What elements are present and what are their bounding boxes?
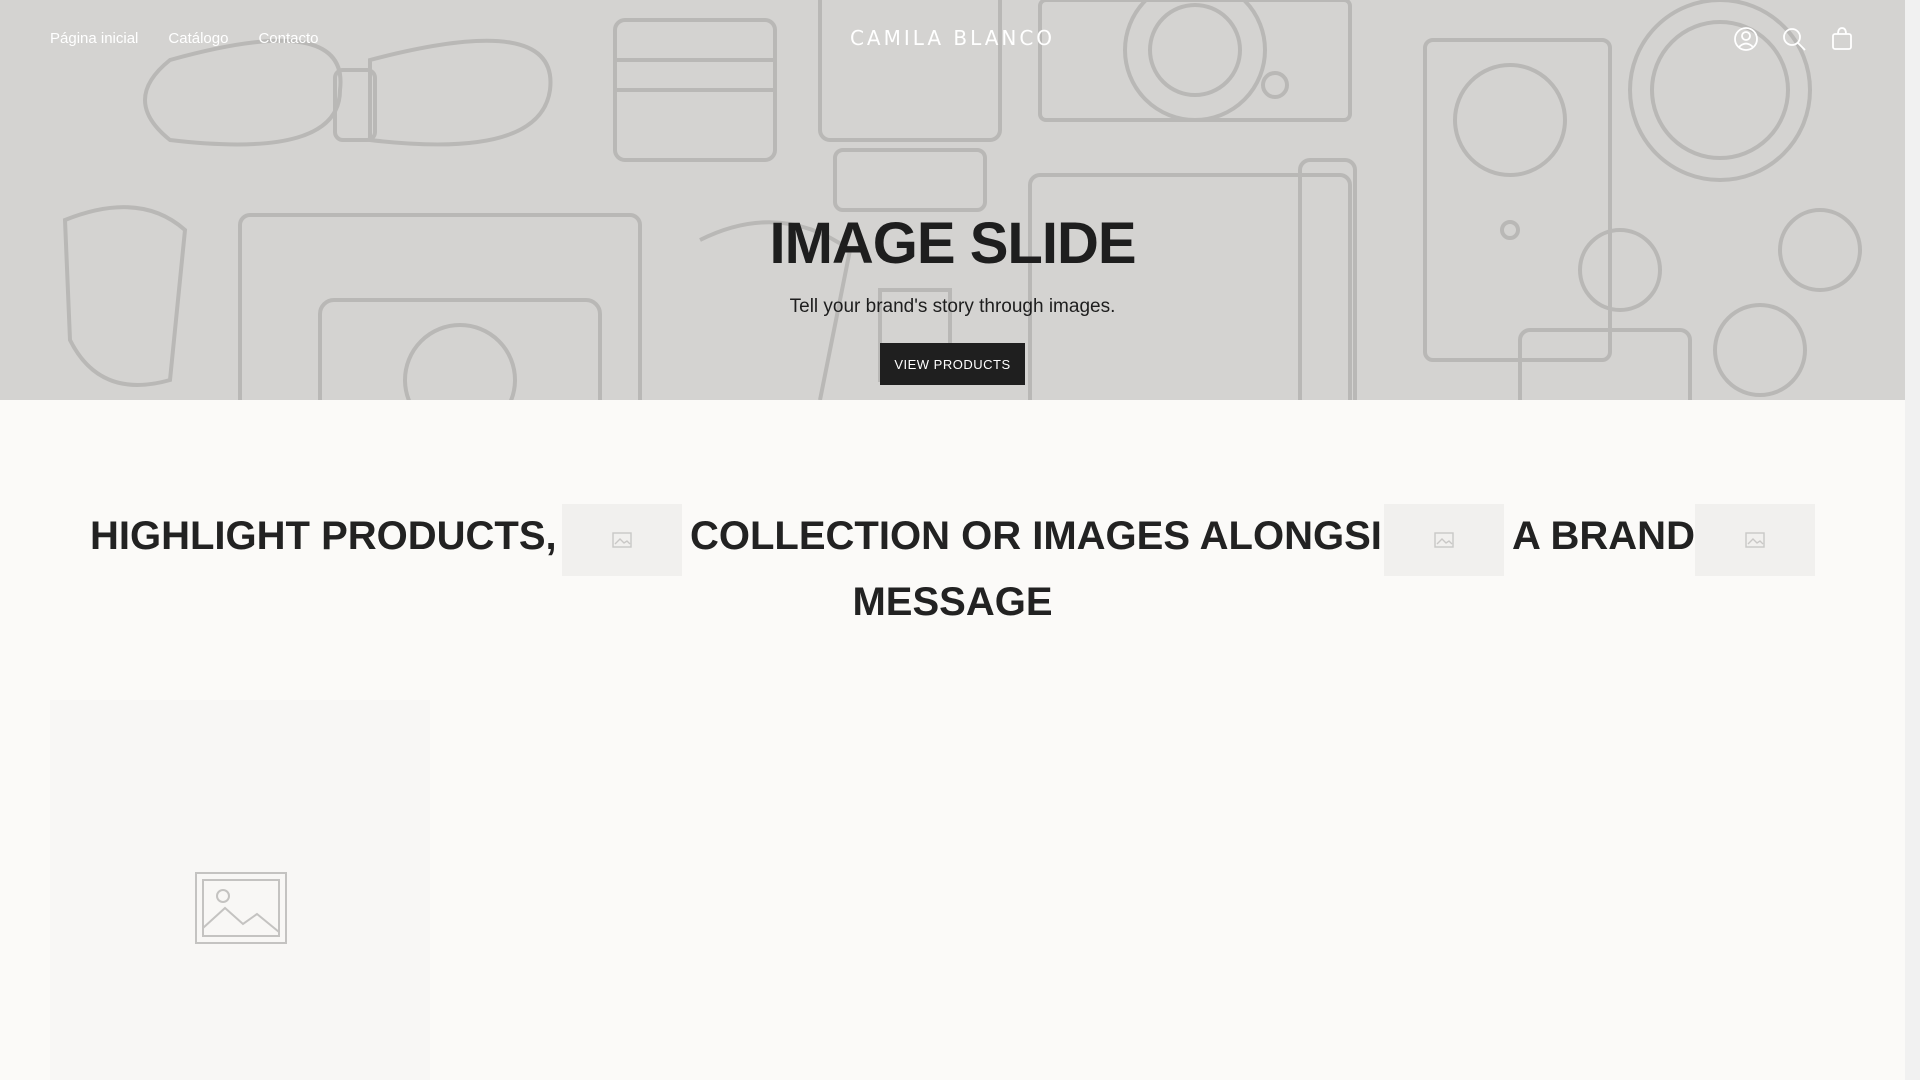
headline-line-2: MESSAGE — [852, 580, 1053, 624]
headline-text: COLLECTION OR IMAGES ALONGSIDE — [690, 514, 1438, 558]
headline-text: A BRAND — [1512, 514, 1695, 558]
site-header: Página inicial Catálogo Contacto CAMILA … — [0, 0, 1905, 80]
page-scrollbar[interactable] — [1905, 0, 1920, 1080]
headline-image-thumb — [1384, 504, 1504, 576]
headline-image-thumb — [1695, 504, 1815, 576]
cart-icon[interactable] — [1829, 26, 1855, 52]
image-placeholder-icon — [612, 532, 632, 548]
store-logo[interactable]: CAMILA BLANCO — [0, 26, 1905, 50]
headline-image-thumb — [562, 504, 682, 576]
image-placeholder-icon — [1434, 532, 1454, 548]
hero-title: IMAGE SLIDE — [769, 211, 1136, 276]
account-icon[interactable] — [1733, 26, 1759, 52]
image-placeholder-icon — [1745, 532, 1765, 548]
image-placeholder-icon — [195, 872, 287, 944]
view-products-button[interactable]: VIEW PRODUCTS — [880, 343, 1025, 385]
headline-line-1: HIGHLIGHT PRODUCTS, A COLLECTION OR IMAG… — [60, 500, 1845, 580]
search-icon[interactable] — [1781, 26, 1807, 52]
product-card[interactable] — [50, 700, 430, 1080]
hero-subtitle: Tell your brand's story through images. — [789, 296, 1116, 317]
headline-text: HIGHLIGHT PRODUCTS, A — [90, 514, 596, 558]
header-icons — [1733, 26, 1855, 52]
